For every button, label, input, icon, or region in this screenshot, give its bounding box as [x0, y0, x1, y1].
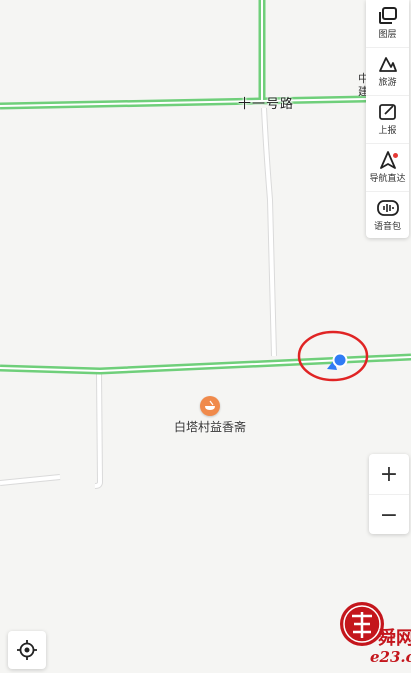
- notification-badge: [393, 153, 398, 158]
- tool-voice-pack-label: 语音包: [373, 222, 401, 232]
- watermark: 舜网 e23.cn: [336, 598, 411, 669]
- location-dot-core: [334, 354, 346, 366]
- locate-target-icon: [17, 640, 37, 660]
- tool-report-label: 上报: [378, 126, 397, 136]
- tool-travel-label: 旅游: [378, 78, 397, 88]
- tool-voice-pack[interactable]: 语音包: [366, 191, 409, 239]
- tool-layers[interactable]: 图层: [366, 0, 409, 47]
- restaurant-bowl-icon: [200, 396, 220, 416]
- tool-navigation[interactable]: 导航直达: [366, 143, 409, 191]
- map-roads-layer: [0, 0, 411, 489]
- poi-baitacun[interactable]: 白塔村益香斋: [160, 396, 260, 435]
- watermark-logo-text: 舜网: [378, 627, 411, 649]
- tool-layers-label: 图层: [378, 30, 397, 40]
- report-edit-icon: [378, 104, 396, 120]
- voice-pack-icon: [376, 200, 399, 216]
- zoom-out-button[interactable]: −: [369, 494, 409, 535]
- travel-icon: [378, 57, 397, 72]
- tool-travel[interactable]: 旅游: [366, 47, 409, 95]
- locate-button[interactable]: [8, 631, 46, 669]
- main-roads: [0, 0, 411, 375]
- tool-report[interactable]: 上报: [366, 95, 409, 143]
- watermark-text: e23.cn: [370, 648, 411, 666]
- zoom-in-button[interactable]: +: [369, 454, 409, 494]
- tool-navigation-label: 导航直达: [369, 174, 406, 184]
- road-label-shiyi: 十一号路: [238, 97, 295, 112]
- map-canvas[interactable]: 十一号路 中 建 白塔村益香斋: [0, 0, 411, 669]
- zoom-control: + −: [369, 454, 409, 534]
- map-toolbar: 图层 旅游 上报 导航直达 语音包: [366, 0, 409, 238]
- poi-name: 白塔村益香斋: [173, 420, 246, 434]
- layers-icon: [378, 7, 397, 24]
